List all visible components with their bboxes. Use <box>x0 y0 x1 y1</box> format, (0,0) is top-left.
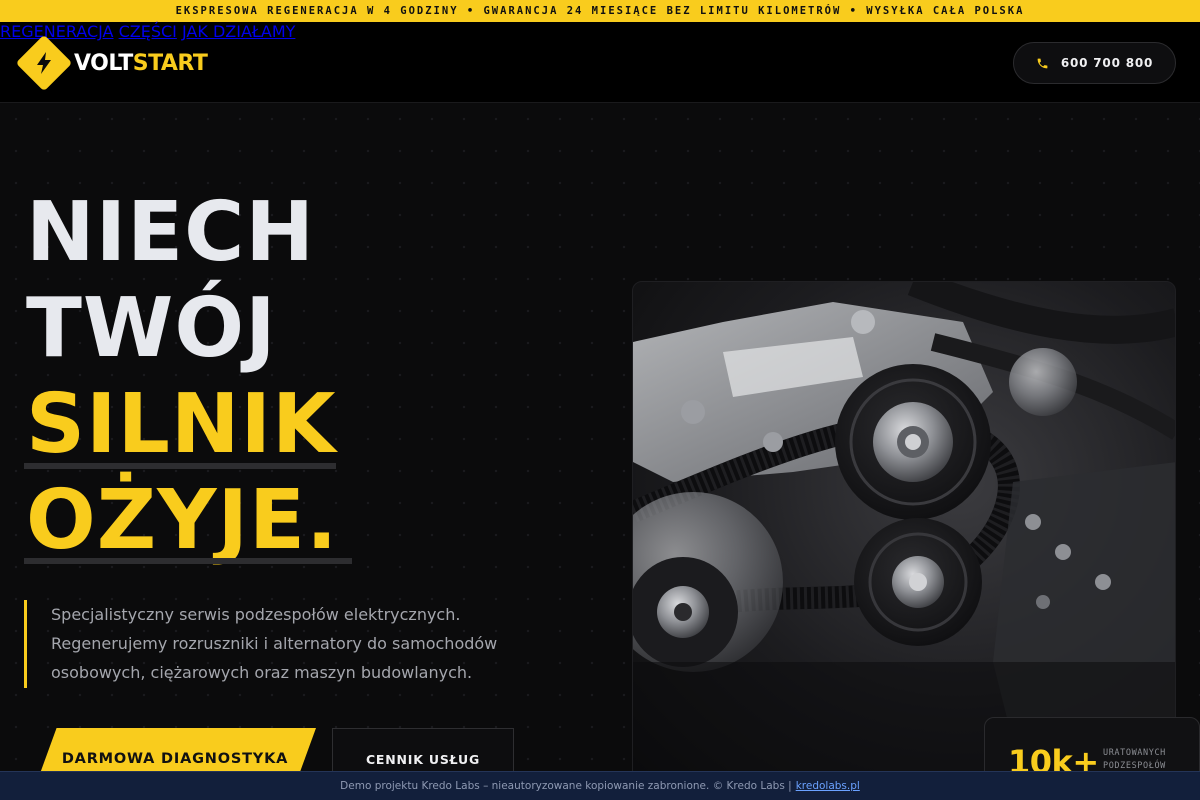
phone-number: 600 700 800 <box>1060 56 1154 70</box>
logo[interactable]: VOLTSTART <box>15 34 208 92</box>
footer-link[interactable]: kredolabs.pl <box>796 780 860 792</box>
engine-photo <box>632 281 1176 781</box>
phone-button[interactable]: 600 700 800 <box>1013 42 1176 84</box>
headline-line-1: NIECH <box>26 185 315 280</box>
headline-underline <box>24 463 336 469</box>
footer-text: Demo projektu Kredo Labs – nieautoryzowa… <box>340 780 792 792</box>
brand-name-volt: VOLT <box>74 50 133 76</box>
ticker-text: EKSPRESOWA REGENERACJA W 4 GODZINY • GWA… <box>175 5 1025 17</box>
site-header: VOLTSTART REGENERACJA CZĘŚCI JAK DZIAŁAM… <box>0 22 1200 103</box>
brand-name-start: START <box>132 50 208 76</box>
headline-line-2: TWÓJ <box>26 281 277 376</box>
promo-ticker: EKSPRESOWA REGENERACJA W 4 GODZINY • GWA… <box>0 0 1200 22</box>
hero-lead-text: Specjalistyczny serwis podzespołów elekt… <box>24 600 524 688</box>
phone-icon <box>1037 58 1048 68</box>
stat-label: URATOWANYCH PODZESPOŁÓW <box>1103 748 1166 771</box>
lightning-logo-icon <box>15 34 73 92</box>
headline-line-4: OŻYJE. <box>26 473 339 568</box>
headline-line-3: SILNIK <box>26 377 337 472</box>
headline-underline <box>24 558 352 564</box>
demo-footer-bar: Demo projektu Kredo Labs – nieautoryzowa… <box>0 771 1200 800</box>
brand-name: VOLTSTART <box>74 50 208 76</box>
hero-headline: NIECH TWÓJ SILNIK OŻYJE. <box>26 185 338 569</box>
